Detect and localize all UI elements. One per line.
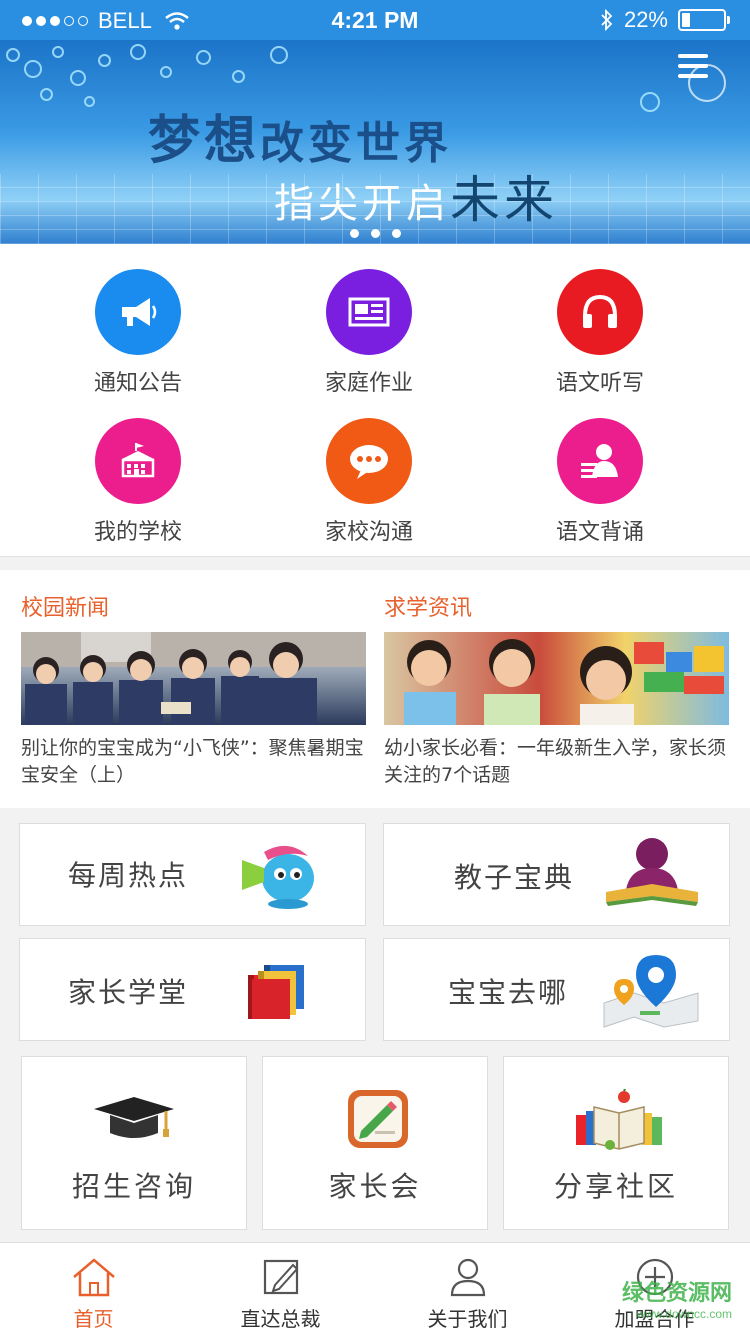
news-card-campus[interactable]: 校园新闻 别让你的宝宝成为“小飞侠”：聚焦暑期宝宝安全（上） bbox=[21, 570, 366, 789]
banner-text: 指尖开启 bbox=[274, 181, 450, 227]
bubble-decoration bbox=[196, 50, 211, 65]
news-headline[interactable]: 别让你的宝宝成为“小飞侠”：聚焦暑期宝宝安全（上） bbox=[21, 735, 366, 789]
banner-text-emphasis: 梦想 bbox=[148, 111, 261, 171]
pager-dot[interactable] bbox=[370, 229, 380, 238]
tab-label: 直达总裁 bbox=[240, 1307, 321, 1331]
watermark: 绿色资源网 www.downcc.com bbox=[622, 1275, 732, 1321]
news-section-title: 校园新闻 bbox=[21, 596, 110, 621]
tile-label: 家长会 bbox=[328, 1170, 422, 1203]
bubble-decoration bbox=[270, 46, 288, 64]
bubble-decoration bbox=[232, 70, 245, 83]
quick-menu-label: 语文背诵 bbox=[555, 520, 644, 545]
feature-weekly-hot[interactable]: 每周热点 bbox=[19, 823, 366, 926]
bubble-decoration bbox=[24, 60, 42, 78]
quick-menu-school[interactable]: 我的学校 bbox=[23, 418, 253, 546]
bubble-decoration bbox=[640, 92, 660, 112]
hero-banner[interactable]: 梦想改变世界 指尖开启未来 bbox=[0, 40, 750, 244]
feature-label: 宝宝去哪 bbox=[448, 976, 569, 1009]
headphones-icon bbox=[557, 269, 643, 355]
quick-menu-label: 家校沟通 bbox=[324, 520, 413, 545]
watermark-url: www.downcc.com bbox=[636, 1307, 732, 1321]
megaphone-mascot-icon bbox=[242, 845, 314, 909]
recite-icon bbox=[557, 418, 643, 504]
quick-menu-communication[interactable]: 家校沟通 bbox=[254, 418, 484, 546]
banner-text-emphasis: 未来 bbox=[450, 171, 558, 229]
tab-ceo[interactable]: 直达总裁 bbox=[187, 1243, 374, 1332]
menu-icon[interactable] bbox=[678, 54, 708, 82]
bubble-decoration bbox=[160, 66, 172, 78]
bubble-decoration bbox=[70, 70, 86, 86]
bubble-decoration bbox=[6, 48, 20, 62]
feature-label: 每周热点 bbox=[68, 859, 189, 892]
home-icon bbox=[72, 1258, 115, 1297]
books-icon bbox=[248, 965, 304, 1019]
quick-menu: 通知公告 家庭作业 语文听写 我的学校 家校沟通 语文背诵 bbox=[0, 244, 750, 557]
pager-dot[interactable] bbox=[349, 229, 359, 238]
news-headline[interactable]: 幼小家长必看：一年级新生入学，家长须关注的7个话题 bbox=[384, 735, 729, 789]
quick-menu-notice[interactable]: 通知公告 bbox=[23, 269, 253, 397]
quick-menu-label: 我的学校 bbox=[93, 520, 182, 545]
watermark-text: 绿色资源网 bbox=[621, 1280, 732, 1305]
edit-icon bbox=[263, 1259, 298, 1295]
bluetooth-icon bbox=[601, 9, 613, 31]
bubble-decoration bbox=[130, 44, 146, 60]
user-icon bbox=[450, 1258, 485, 1297]
feature-label: 教子宝典 bbox=[454, 861, 575, 894]
banner-pagination[interactable] bbox=[0, 223, 750, 242]
quick-menu-label: 语文听写 bbox=[555, 371, 644, 396]
bubble-decoration bbox=[52, 46, 64, 58]
newspaper-icon bbox=[326, 269, 412, 355]
feature-parent-school[interactable]: 家长学堂 bbox=[19, 938, 366, 1041]
tile-admission[interactable]: 招生咨询 bbox=[21, 1056, 247, 1230]
feature-where-to-go[interactable]: 宝宝去哪 bbox=[383, 938, 730, 1041]
news-photo-kids[interactable] bbox=[384, 632, 729, 725]
open-book-icon bbox=[576, 1089, 662, 1150]
feature-label: 家长学堂 bbox=[68, 976, 189, 1009]
feature-parenting-guide[interactable]: 教子宝典 bbox=[383, 823, 730, 926]
tile-label: 招生咨询 bbox=[71, 1170, 196, 1203]
news-section: 校园新闻 别让你的宝宝成为“小飞侠”：聚焦暑期宝宝安全（上） 求学资讯 幼小家长… bbox=[0, 570, 750, 808]
tab-label: 关于我们 bbox=[427, 1307, 508, 1331]
pencil-note-icon bbox=[348, 1090, 408, 1148]
banner-headline-2: 指尖开启未来 bbox=[274, 160, 558, 232]
news-card-study[interactable]: 求学资讯 幼小家长必看：一年级新生入学，家长须关注的7个话题 bbox=[384, 570, 729, 789]
battery-icon bbox=[678, 9, 730, 31]
tile-community[interactable]: 分享社区 bbox=[503, 1056, 729, 1230]
tab-label: 首页 bbox=[73, 1307, 114, 1331]
quick-menu-homework[interactable]: 家庭作业 bbox=[254, 269, 484, 397]
quick-menu-recite[interactable]: 语文背诵 bbox=[485, 418, 715, 546]
tile-label: 分享社区 bbox=[553, 1170, 678, 1203]
battery-percent: 22% bbox=[623, 7, 668, 32]
news-photo-students[interactable] bbox=[21, 632, 366, 725]
bubble-decoration bbox=[40, 88, 53, 101]
tab-home[interactable]: 首页 bbox=[0, 1243, 187, 1332]
battery-level bbox=[682, 13, 690, 27]
status-bar: BELL 4:21 PM 22% bbox=[0, 0, 750, 40]
news-section-title: 求学资讯 bbox=[384, 596, 473, 621]
tab-about[interactable]: 关于我们 bbox=[374, 1243, 561, 1332]
quick-menu-dictation[interactable]: 语文听写 bbox=[485, 269, 715, 397]
bubble-decoration bbox=[84, 96, 95, 107]
quick-menu-label: 通知公告 bbox=[93, 371, 182, 396]
map-pin-icon bbox=[603, 955, 699, 1028]
pager-dot[interactable] bbox=[391, 229, 401, 238]
reading-person-icon bbox=[606, 838, 698, 906]
graduation-cap-icon bbox=[94, 1097, 174, 1138]
quick-menu-label: 家庭作业 bbox=[324, 371, 413, 396]
bottom-tab-bar: 首页 直达总裁 关于我们 加盟合作 绿色资源网 www.downcc.com bbox=[0, 1242, 750, 1335]
school-icon bbox=[95, 418, 181, 504]
megaphone-icon bbox=[95, 269, 181, 355]
bubble-decoration bbox=[98, 54, 111, 67]
chat-bubble-icon bbox=[326, 418, 412, 504]
tile-parent-meeting[interactable]: 家长会 bbox=[262, 1056, 488, 1230]
